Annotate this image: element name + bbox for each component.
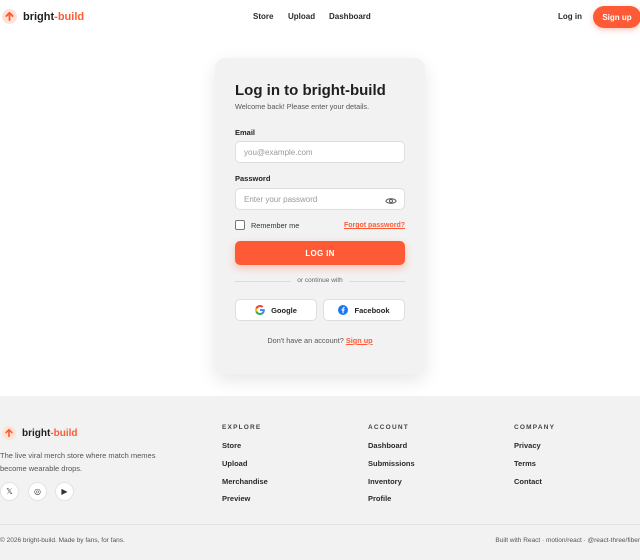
nav-store[interactable]: Store: [253, 12, 273, 21]
footer-heading-explore: EXPLORE: [222, 424, 262, 431]
eye-icon[interactable]: [385, 197, 397, 205]
brand-name: bright-build: [23, 10, 85, 23]
remember-label: Remember me: [251, 220, 300, 230]
footer-link-dashboard[interactable]: Dashboard: [368, 441, 407, 450]
nav-upload[interactable]: Upload: [288, 12, 315, 21]
divider-label: or continue with: [215, 277, 425, 284]
google-label: Google: [271, 305, 297, 315]
footer-link-inventory[interactable]: Inventory: [368, 477, 402, 486]
instagram-icon[interactable]: ◎: [28, 482, 47, 501]
footer-brand[interactable]: bright-build: [2, 426, 78, 440]
email-label: Email: [235, 128, 256, 137]
password-label: Password: [235, 174, 271, 183]
google-login-button[interactable]: Google: [235, 299, 317, 321]
footer-link-submissions[interactable]: Submissions: [368, 459, 415, 468]
header-login-link[interactable]: Log in: [558, 12, 582, 21]
footer-link-terms[interactable]: Terms: [514, 459, 536, 468]
remember-me[interactable]: Remember me: [235, 220, 299, 230]
header-signup-button[interactable]: Sign up: [593, 6, 640, 28]
facebook-label: Facebook: [354, 305, 390, 315]
built-with-text: Built with React · motion/react · @react…: [495, 537, 640, 544]
remember-checkbox[interactable]: [235, 220, 245, 230]
footer-link-upload[interactable]: Upload: [222, 459, 247, 468]
footer-link-store[interactable]: Store: [222, 441, 241, 450]
footer-link-profile[interactable]: Profile: [368, 494, 391, 503]
login-submit-button[interactable]: LOG IN: [235, 241, 405, 265]
brand-logo-link[interactable]: bright-build: [2, 9, 84, 24]
footer-heading-company: COMPANY: [514, 424, 556, 431]
login-title: Log in to bright-build: [235, 82, 386, 99]
login-card: Log in to bright-build Welcome back! Ple…: [215, 58, 425, 374]
footer-link-merchandise[interactable]: Merchandise: [222, 477, 268, 486]
facebook-login-button[interactable]: Facebook: [323, 299, 405, 321]
arrow-up-logo-icon: [2, 426, 16, 440]
footer-divider: [0, 524, 640, 525]
card-signup-link[interactable]: Sign up: [346, 336, 373, 345]
login-subtitle: Welcome back! Please enter your details.: [235, 102, 370, 111]
password-field[interactable]: [235, 188, 405, 210]
footer-link-preview[interactable]: Preview: [222, 494, 250, 503]
site-header: bright-build Store Upload Dashboard Log …: [0, 0, 640, 34]
copyright-text: © 2026 bright-build. Made by fans, for f…: [0, 537, 125, 544]
email-field[interactable]: [235, 141, 405, 163]
facebook-icon: [338, 305, 349, 315]
arrow-up-logo-icon: [2, 9, 17, 24]
site-footer: bright-build The live viral merch store …: [0, 396, 640, 560]
footer-brand-name: bright-build: [22, 427, 78, 439]
nav-dashboard[interactable]: Dashboard: [329, 12, 371, 21]
footer-tagline: The live viral merch store where match m…: [0, 451, 156, 473]
footer-heading-account: ACCOUNT: [368, 424, 409, 431]
x-icon[interactable]: 𝕏: [0, 482, 19, 501]
forgot-password-link[interactable]: Forgot password?: [344, 222, 405, 229]
footer-link-privacy[interactable]: Privacy: [514, 441, 541, 450]
footer-link-contact[interactable]: Contact: [514, 477, 542, 486]
google-icon: [255, 305, 265, 315]
youtube-icon[interactable]: ▶: [55, 482, 74, 501]
signup-prompt: Don't have an account? Sign up: [267, 336, 373, 345]
